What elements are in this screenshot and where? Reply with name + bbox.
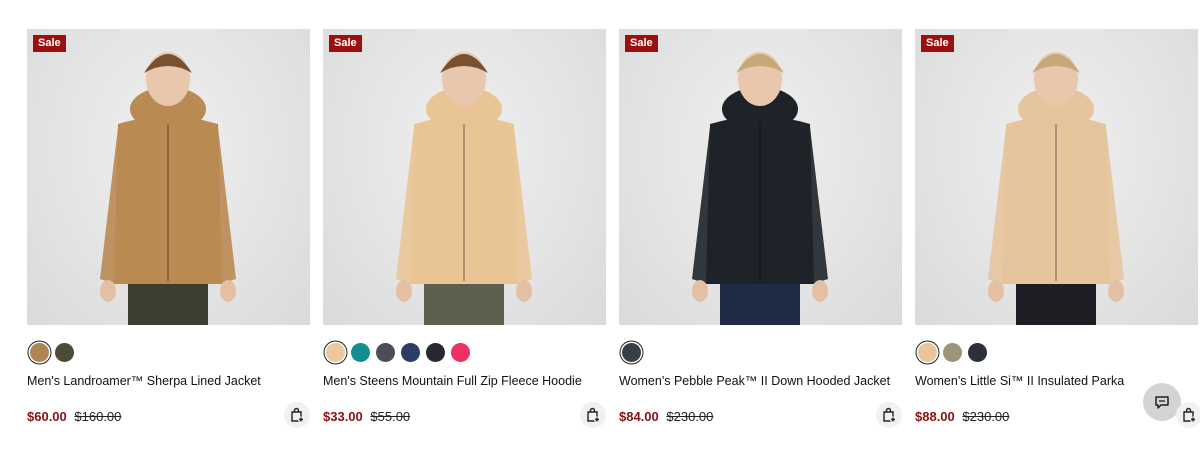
add-to-bag-icon: [291, 407, 304, 423]
add-to-bag-icon: [587, 407, 600, 423]
sale-badge: Sale: [329, 35, 362, 52]
price-block: $60.00 $160.00: [27, 409, 121, 424]
right-hand-shape: [1108, 280, 1124, 302]
price-block: $88.00 $230.00: [915, 409, 1009, 424]
right-hand-shape: [812, 280, 828, 302]
color-swatch[interactable]: [55, 343, 74, 362]
color-swatch[interactable]: [30, 343, 49, 362]
product-card[interactable]: Sale Men's Landroamer™ Sherpa Lined Jack…: [27, 29, 310, 439]
product-title[interactable]: Men's Landroamer™ Sherpa Lined Jacket: [27, 374, 261, 388]
left-hand-shape: [692, 280, 708, 302]
product-title[interactable]: Women's Little Si™ II Insulated Parka: [915, 374, 1124, 388]
product-title[interactable]: Women's Pebble Peak™ II Down Hooded Jack…: [619, 374, 890, 388]
sale-price: $60.00: [27, 409, 67, 424]
color-swatches: [918, 343, 987, 363]
product-figure: [100, 52, 236, 325]
product-card[interactable]: Sale Women's Pebble Peak™ II Down Hooded…: [619, 29, 902, 439]
chat-icon: [1155, 395, 1169, 409]
product-image[interactable]: Sale: [915, 29, 1198, 325]
color-swatch[interactable]: [451, 343, 470, 362]
right-hand-shape: [516, 280, 532, 302]
product-image[interactable]: Sale: [619, 29, 902, 325]
product-figure: [692, 52, 828, 325]
sale-price: $88.00: [915, 409, 955, 424]
left-hand-shape: [988, 280, 1004, 302]
color-swatch[interactable]: [351, 343, 370, 362]
original-price: $230.00: [962, 409, 1010, 424]
right-hand-shape: [220, 280, 236, 302]
color-swatch[interactable]: [426, 343, 445, 362]
color-swatch[interactable]: [326, 343, 345, 362]
price-block: $84.00 $230.00: [619, 409, 713, 424]
product-title[interactable]: Men's Steens Mountain Full Zip Fleece Ho…: [323, 374, 582, 388]
add-to-bag-button[interactable]: [876, 402, 902, 428]
color-swatches: [326, 343, 470, 363]
color-swatch[interactable]: [622, 343, 641, 362]
original-price: $160.00: [74, 409, 122, 424]
product-image[interactable]: Sale: [27, 29, 310, 325]
color-swatch[interactable]: [943, 343, 962, 362]
add-to-bag-icon: [883, 407, 896, 423]
left-hand-shape: [100, 280, 116, 302]
sale-badge: Sale: [625, 35, 658, 52]
sale-badge: Sale: [921, 35, 954, 52]
product-grid: Sale Men's Landroamer™ Sherpa Lined Jack…: [27, 29, 1200, 453]
color-swatch[interactable]: [918, 343, 937, 362]
add-to-bag-button[interactable]: [1176, 402, 1200, 428]
color-swatches: [30, 343, 74, 363]
color-swatch[interactable]: [401, 343, 420, 362]
original-price: $230.00: [666, 409, 714, 424]
product-figure: [396, 52, 532, 325]
product-figure: [988, 52, 1124, 325]
color-swatch[interactable]: [376, 343, 395, 362]
original-price: $55.00: [370, 409, 411, 424]
add-to-bag-button[interactable]: [284, 402, 310, 428]
price-block: $33.00 $55.00: [323, 409, 410, 424]
color-swatch[interactable]: [968, 343, 987, 362]
sale-price: $84.00: [619, 409, 659, 424]
sale-price: $33.00: [323, 409, 363, 424]
color-swatches: [622, 343, 641, 363]
product-card[interactable]: Sale Men's Steens Mountain Full Zip Flee…: [323, 29, 606, 439]
left-hand-shape: [396, 280, 412, 302]
product-image[interactable]: Sale: [323, 29, 606, 325]
sale-badge: Sale: [33, 35, 66, 52]
add-to-bag-button[interactable]: [580, 402, 606, 428]
product-card[interactable]: Sale Women's Little Si™ II Insulated Par…: [915, 29, 1198, 439]
add-to-bag-icon: [1183, 407, 1196, 423]
